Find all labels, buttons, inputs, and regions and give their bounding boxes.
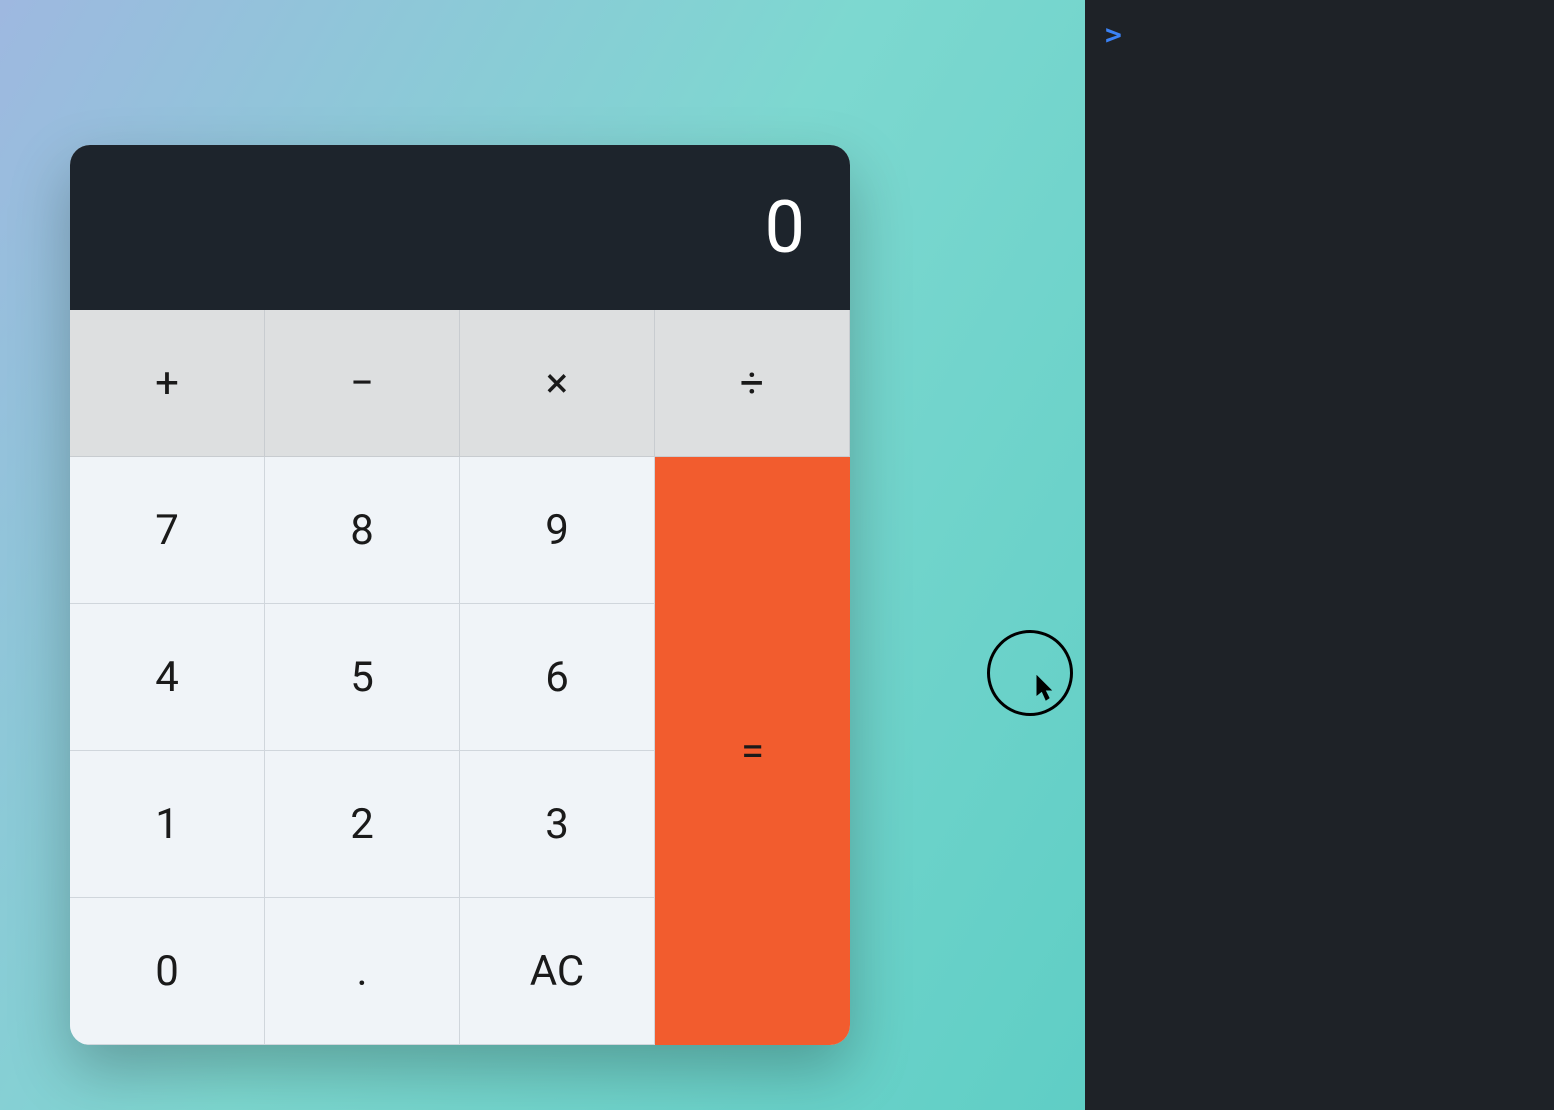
digit-2-button[interactable]: 2	[265, 751, 460, 898]
divide-button[interactable]: ÷	[655, 310, 850, 457]
cursor-indicator-icon	[987, 630, 1073, 716]
digit-5-button[interactable]: 5	[265, 604, 460, 751]
subtract-button[interactable]: −	[265, 310, 460, 457]
cursor-arrow-icon	[1036, 675, 1056, 701]
calculator-pane: 0 + − × ÷ 7 8 9 = 4 5 6 1 2 3 0 . AC	[0, 0, 1085, 1110]
equals-button[interactable]: =	[655, 457, 850, 1045]
digit-9-button[interactable]: 9	[460, 457, 655, 604]
digit-6-button[interactable]: 6	[460, 604, 655, 751]
add-button[interactable]: +	[70, 310, 265, 457]
display-value: 0	[765, 185, 805, 270]
all-clear-button[interactable]: AC	[460, 898, 655, 1045]
calculator-display: 0	[70, 145, 850, 310]
digit-1-button[interactable]: 1	[70, 751, 265, 898]
digit-8-button[interactable]: 8	[265, 457, 460, 604]
decimal-button[interactable]: .	[265, 898, 460, 1045]
calculator-keypad: + − × ÷ 7 8 9 = 4 5 6 1 2 3 0 . AC	[70, 310, 850, 1045]
multiply-button[interactable]: ×	[460, 310, 655, 457]
console-prompt: >	[1105, 18, 1122, 51]
digit-7-button[interactable]: 7	[70, 457, 265, 604]
digit-4-button[interactable]: 4	[70, 604, 265, 751]
calculator: 0 + − × ÷ 7 8 9 = 4 5 6 1 2 3 0 . AC	[70, 145, 850, 1045]
console-pane[interactable]: >	[1085, 0, 1554, 1110]
digit-3-button[interactable]: 3	[460, 751, 655, 898]
digit-0-button[interactable]: 0	[70, 898, 265, 1045]
